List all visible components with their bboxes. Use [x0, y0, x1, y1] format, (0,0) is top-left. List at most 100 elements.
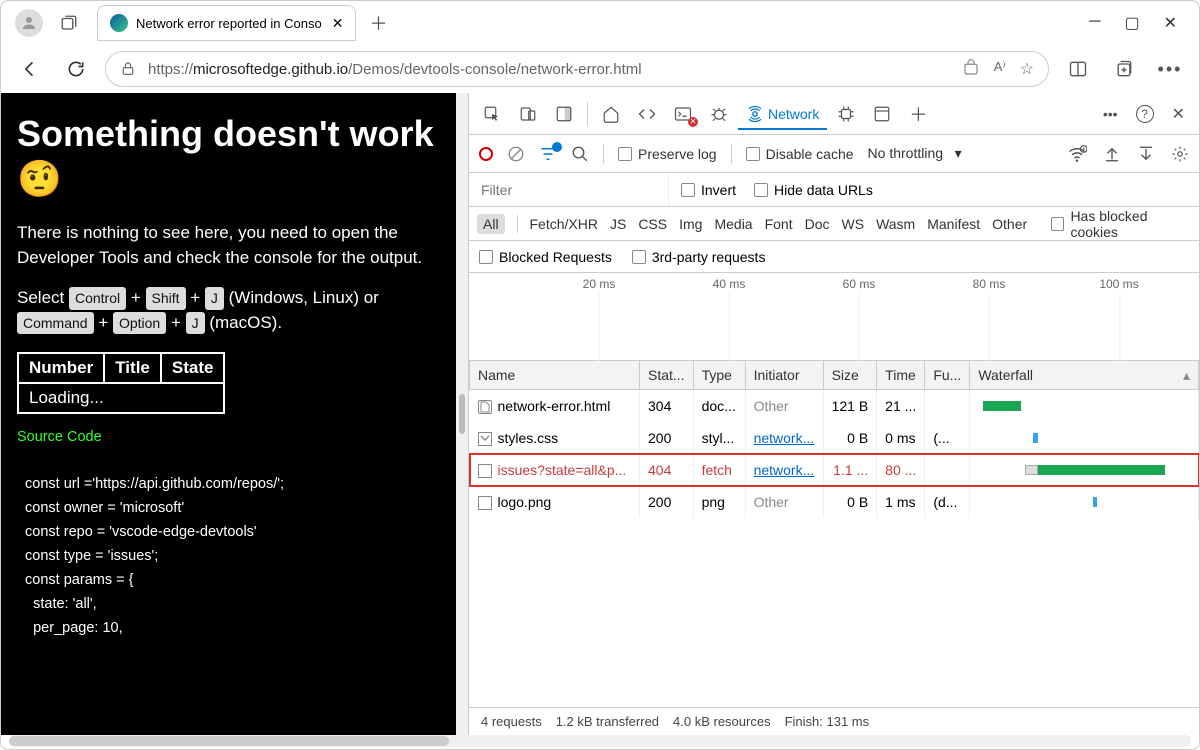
third-party-checkbox[interactable]: 3rd-party requests — [632, 249, 766, 265]
application-tab[interactable] — [865, 99, 899, 129]
profile-button[interactable] — [15, 9, 43, 37]
elements-tab[interactable] — [630, 99, 664, 129]
welcome-tab[interactable] — [594, 99, 628, 129]
column-header[interactable]: Time — [877, 361, 925, 390]
minimize-icon[interactable]: ─ — [1089, 13, 1100, 33]
column-header[interactable]: Fu... — [925, 361, 970, 390]
split-screen-button[interactable] — [1061, 52, 1095, 86]
timeline-overview[interactable]: 20 ms40 ms60 ms80 ms100 ms — [469, 273, 1199, 361]
doc-icon — [478, 400, 492, 414]
read-aloud-icon[interactable]: A⁾ — [994, 59, 1006, 79]
help-button[interactable]: ? — [1128, 99, 1162, 129]
category-img[interactable]: Img — [679, 216, 702, 232]
url-text: https://microsoftedge.github.io/Demos/de… — [148, 61, 962, 78]
more-tabs-button[interactable]: ＋ — [901, 95, 935, 133]
throttling-select[interactable]: No throttling ▾ — [868, 145, 962, 162]
devtools-splitter[interactable] — [456, 93, 468, 735]
results-table: Number Title State Loading... — [17, 352, 225, 414]
column-header[interactable]: Stat... — [640, 361, 694, 390]
browser-tab[interactable]: Network error reported in Conso ✕ — [97, 5, 356, 41]
category-manifest[interactable]: Manifest — [927, 216, 980, 232]
timeline-tick: 80 ms — [973, 277, 1006, 291]
network-conditions-icon[interactable] — [1067, 144, 1087, 164]
settings-button[interactable] — [1171, 145, 1189, 163]
column-header[interactable]: Name — [470, 361, 640, 390]
refresh-icon — [66, 59, 86, 79]
disable-cache-checkbox[interactable]: Disable cache — [746, 146, 854, 162]
search-button[interactable] — [571, 145, 589, 163]
category-fetchxhr[interactable]: Fetch/XHR — [530, 216, 598, 232]
menu-button[interactable]: ••• — [1153, 52, 1187, 86]
split-icon — [1068, 59, 1088, 79]
source-code-label: Source Code — [17, 426, 440, 450]
has-blocked-cookies-checkbox[interactable]: Has blocked cookies — [1051, 208, 1191, 240]
dock-tab[interactable] — [547, 99, 581, 129]
network-tab[interactable]: Network — [738, 99, 827, 129]
devtools-menu[interactable]: ••• — [1095, 100, 1126, 128]
favorite-icon[interactable]: ☆ — [1020, 59, 1034, 79]
column-header[interactable]: Size — [823, 361, 877, 390]
sources-tab[interactable] — [702, 99, 736, 129]
initiator-link[interactable]: network... — [754, 430, 815, 446]
category-font[interactable]: Font — [765, 216, 793, 232]
maximize-icon[interactable]: ▢ — [1124, 13, 1139, 33]
request-row[interactable]: logo.png200pngOther0 B1 ms(d... — [470, 486, 1199, 518]
request-row[interactable]: styles.css200styl...network...0 B0 ms(..… — [470, 422, 1199, 454]
omnibox[interactable]: https://microsoftedge.github.io/Demos/de… — [105, 51, 1049, 87]
tab-manager-button[interactable] — [53, 7, 85, 39]
new-tab-button[interactable]: ＋ — [362, 7, 394, 39]
hide-data-urls-checkbox[interactable]: Hide data URLs — [754, 182, 873, 198]
ellipsis-icon: ••• — [1103, 106, 1118, 122]
blocked-requests-checkbox[interactable]: Blocked Requests — [479, 249, 612, 265]
record-button[interactable] — [479, 147, 493, 161]
category-other[interactable]: Other — [992, 216, 1027, 232]
page-heading: Something doesn't work 🤨 — [17, 111, 440, 201]
category-filter-row: All Fetch/XHR JS CSS Img Media Font Doc W… — [469, 207, 1199, 241]
browser-titlebar: Network error reported in Conso ✕ ＋ ─ ▢ … — [1, 1, 1199, 45]
clear-button[interactable] — [507, 145, 525, 163]
preserve-log-checkbox[interactable]: Preserve log — [618, 146, 717, 162]
initiator-link[interactable]: network... — [754, 462, 815, 478]
performance-tab[interactable] — [829, 99, 863, 129]
timeline-tick: 100 ms — [1099, 277, 1138, 291]
column-header[interactable]: Initiator — [745, 361, 823, 390]
tab-close-icon[interactable]: ✕ — [332, 15, 344, 32]
export-button[interactable] — [1137, 145, 1155, 163]
category-media[interactable]: Media — [714, 216, 752, 232]
scrollbar-thumb[interactable] — [9, 736, 449, 746]
ellipsis-icon: ••• — [1158, 59, 1183, 80]
kbd-j-2: J — [186, 312, 205, 334]
column-header[interactable]: Type — [693, 361, 745, 390]
collections-button[interactable] — [1107, 52, 1141, 86]
close-window-icon[interactable]: ✕ — [1164, 13, 1177, 33]
source-code-text: const url ='https://api.github.com/repos… — [17, 473, 440, 640]
import-button[interactable] — [1103, 145, 1121, 163]
request-row[interactable]: network-error.html304doc...Other121 B21 … — [470, 390, 1199, 423]
devtools-panel: ✕ Network ＋ ••• ? ✕ Preserve log Disable… — [468, 93, 1199, 735]
close-devtools-button[interactable]: ✕ — [1164, 98, 1193, 130]
request-row[interactable]: issues?state=all&p...404fetchnetwork...1… — [470, 454, 1199, 486]
category-css[interactable]: CSS — [638, 216, 667, 232]
inspect-tab[interactable] — [475, 99, 509, 129]
back-button[interactable] — [13, 52, 47, 86]
window-controls: ─ ▢ ✕ — [1075, 13, 1191, 33]
filter-input[interactable] — [469, 173, 669, 206]
network-toolbar: Preserve log Disable cache No throttling… — [469, 135, 1199, 173]
console-tab[interactable]: ✕ — [666, 99, 700, 129]
horizontal-scrollbar[interactable] — [9, 735, 1191, 747]
category-wasm[interactable]: Wasm — [876, 216, 915, 232]
category-all[interactable]: All — [477, 214, 505, 234]
status-finish: Finish: 131 ms — [785, 714, 870, 729]
refresh-button[interactable] — [59, 52, 93, 86]
invert-checkbox[interactable]: Invert — [681, 182, 736, 198]
category-doc[interactable]: Doc — [805, 216, 830, 232]
device-tab[interactable] — [511, 99, 545, 129]
column-header[interactable]: Waterfall▴ — [970, 361, 1199, 390]
col-state: State — [161, 353, 225, 383]
shopping-icon[interactable] — [962, 59, 980, 77]
timeline-tick: 20 ms — [583, 277, 616, 291]
edge-favicon-icon — [110, 14, 128, 32]
filter-toggle-button[interactable] — [539, 145, 557, 163]
category-ws[interactable]: WS — [842, 216, 865, 232]
category-js[interactable]: JS — [610, 216, 626, 232]
